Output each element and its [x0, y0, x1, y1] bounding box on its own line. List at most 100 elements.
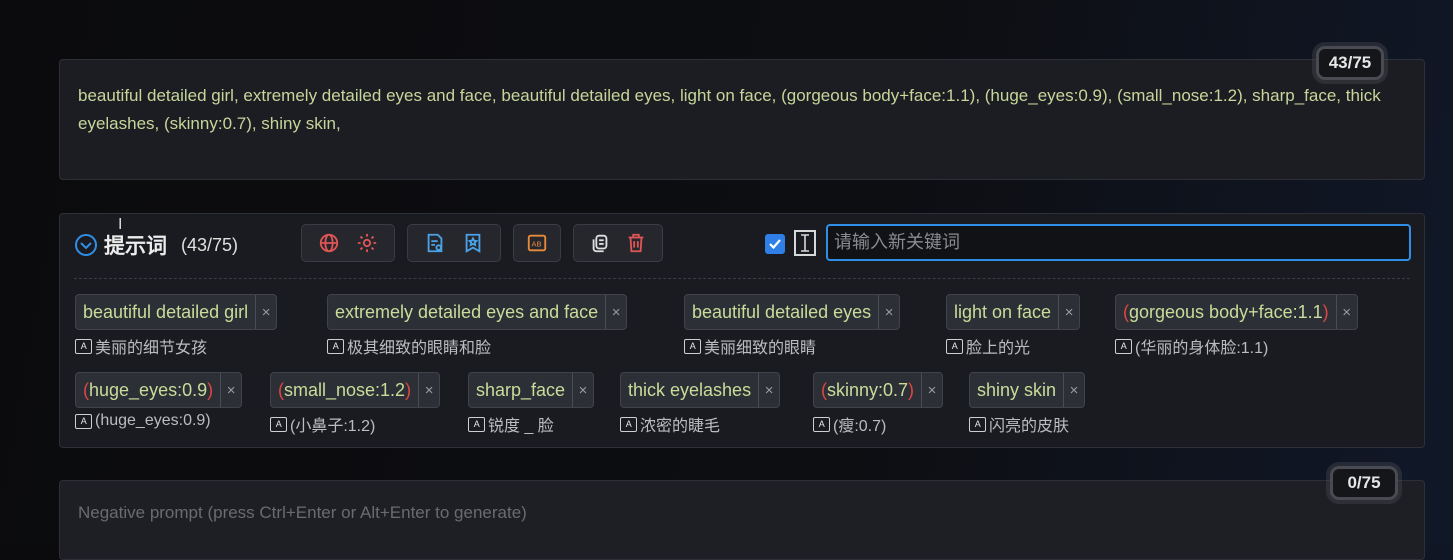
text-cursor-toggle[interactable] — [794, 230, 816, 256]
tag-pill[interactable]: (huge_eyes:0.9) × — [75, 372, 243, 408]
translate-badge-icon: A — [468, 416, 485, 432]
tag-pill[interactable]: sharp_face × — [468, 372, 595, 408]
close-icon[interactable]: × — [1063, 373, 1084, 407]
translate-badge-icon: A — [1115, 338, 1132, 354]
tag-translation-text: 锐度 _ 脸 — [488, 418, 554, 435]
doc-settings-icon[interactable] — [424, 232, 446, 254]
tag-translation[interactable]: A (华丽的身体脸:1.1) — [1115, 334, 1358, 358]
prompt-tag[interactable]: (skinny:0.7) × A (瘦:0.7) — [813, 372, 944, 436]
tag-pill[interactable]: beautiful detailed eyes × — [684, 294, 901, 330]
close-icon[interactable]: × — [921, 373, 942, 407]
translate-badge-icon: A — [969, 416, 986, 432]
trash-icon[interactable] — [625, 232, 647, 254]
chevron-down-circle-icon[interactable] — [74, 233, 98, 257]
check-icon — [769, 239, 781, 250]
translate-badge-icon: A — [946, 338, 963, 354]
tag-pill[interactable]: shiny skin × — [969, 372, 1086, 408]
translate-badge-icon: A — [813, 416, 830, 432]
prompt-tag[interactable]: (small_nose:1.2) × A (小鼻子:1.2) — [270, 372, 441, 436]
button-group-translate-tags: AB — [513, 224, 561, 262]
button-group-translate — [301, 224, 395, 262]
tag-pill[interactable]: extremely detailed eyes and face × — [327, 294, 628, 330]
close-icon[interactable]: × — [605, 295, 626, 329]
negative-prompt-input[interactable] — [78, 503, 1406, 523]
close-icon[interactable]: × — [1058, 295, 1079, 329]
prompt-text[interactable]: beautiful detailed girl, extremely detai… — [78, 82, 1406, 138]
tag-pill[interactable]: thick eyelashes × — [620, 372, 781, 408]
mouse-cursor: I — [118, 216, 123, 233]
translate-icon[interactable]: AB — [526, 232, 548, 254]
tag-translation-text: 美丽细致的眼睛 — [704, 340, 817, 357]
tag-pill[interactable]: beautiful detailed girl × — [75, 294, 278, 330]
tag-translation[interactable]: A 脸上的光 — [946, 334, 1080, 358]
close-icon[interactable]: × — [1335, 295, 1357, 329]
tag-translation[interactable]: A (huge_eyes:0.9) — [75, 412, 242, 430]
tag-label[interactable]: (gorgeous body+face:1.1) — [1116, 295, 1336, 329]
prompt-tag[interactable]: (gorgeous body+face:1.1) × A (华丽的身体脸:1.1) — [1115, 294, 1358, 358]
tag-pill[interactable]: light on face × — [946, 294, 1081, 330]
keyword-checkbox[interactable] — [765, 234, 785, 254]
tag-label[interactable]: extremely detailed eyes and face — [328, 295, 605, 329]
prompt-tag[interactable]: beautiful detailed girl × A 美丽的细节女孩 — [75, 294, 278, 358]
prompt-tag[interactable]: beautiful detailed eyes × A 美丽细致的眼睛 — [684, 294, 901, 358]
tag-translation[interactable]: A 美丽的细节女孩 — [75, 334, 277, 358]
close-icon[interactable]: × — [255, 295, 276, 329]
tag-translation-text: (华丽的身体脸:1.1) — [1135, 340, 1269, 357]
button-group-favorites — [407, 224, 501, 262]
tag-label[interactable]: shiny skin — [970, 373, 1063, 407]
tag-translation-text: 浓密的睫毛 — [640, 418, 721, 435]
tag-translation[interactable]: A 锐度 _ 脸 — [468, 412, 594, 436]
tag-translation[interactable]: A 美丽细致的眼睛 — [684, 334, 900, 358]
translate-badge-icon: A — [620, 416, 637, 432]
tag-translation[interactable]: A 极其细致的眼睛和脸 — [327, 334, 627, 358]
tag-label[interactable]: light on face — [947, 295, 1058, 329]
prompt-tag[interactable]: sharp_face × A 锐度 _ 脸 — [468, 372, 595, 436]
translate-badge-icon: A — [270, 416, 287, 432]
section-title: 提示词 — [104, 235, 167, 258]
tag-pill[interactable]: (skinny:0.7) × — [813, 372, 944, 408]
prompt-tag[interactable]: (huge_eyes:0.9) × A (huge_eyes:0.9) — [75, 372, 243, 430]
tag-translation-text: 美丽的细节女孩 — [95, 340, 208, 357]
tag-label[interactable]: beautiful detailed eyes — [685, 295, 878, 329]
translate-badge-icon: A — [75, 413, 92, 429]
translate-badge-icon: A — [327, 338, 344, 354]
text-cursor-icon — [801, 234, 809, 252]
tag-translation-text: 极其细致的眼睛和脸 — [347, 340, 492, 357]
globe-icon[interactable] — [318, 232, 340, 254]
tag-translation-text: (小鼻子:1.2) — [290, 418, 376, 435]
gear-icon[interactable] — [356, 232, 378, 254]
tag-translation[interactable]: A 闪亮的皮肤 — [969, 412, 1085, 436]
svg-text:AB: AB — [532, 240, 542, 249]
tag-label[interactable]: beautiful detailed girl — [76, 295, 255, 329]
tag-pill[interactable]: (gorgeous body+face:1.1) × — [1115, 294, 1358, 330]
close-icon[interactable]: × — [758, 373, 779, 407]
copy-icon[interactable] — [589, 232, 611, 254]
prompt-textarea[interactable]: beautiful detailed girl, extremely detai… — [59, 59, 1425, 180]
prompt-tag[interactable]: shiny skin × A 闪亮的皮肤 — [969, 372, 1086, 436]
prompt-tag[interactable]: thick eyelashes × A 浓密的睫毛 — [620, 372, 781, 436]
tag-pill[interactable]: (small_nose:1.2) × — [270, 372, 441, 408]
tag-translation[interactable]: A (小鼻子:1.2) — [270, 412, 440, 436]
bookmark-star-icon[interactable] — [462, 232, 484, 254]
tag-label[interactable]: (huge_eyes:0.9) — [76, 373, 220, 407]
close-icon[interactable]: × — [220, 373, 241, 407]
tag-translation[interactable]: A (瘦:0.7) — [813, 412, 943, 436]
tag-translation-text: 脸上的光 — [966, 340, 1031, 357]
prompt-tag[interactable]: extremely detailed eyes and face × A 极其细致的眼… — [327, 294, 628, 358]
section-token-count: (43/75) — [181, 234, 239, 255]
tag-panel: 提示词 (43/75) AB 请输入新关键词 beautiful detaile… — [59, 213, 1425, 448]
tag-label[interactable]: (small_nose:1.2) — [271, 373, 418, 407]
negative-token-counter: 0/75 — [1330, 466, 1398, 500]
button-group-edit — [573, 224, 663, 262]
tag-label[interactable]: thick eyelashes — [621, 373, 758, 407]
tag-panel-header: 提示词 (43/75) — [74, 230, 238, 260]
prompt-tag[interactable]: light on face × A 脸上的光 — [946, 294, 1081, 358]
close-icon[interactable]: × — [572, 373, 593, 407]
divider — [74, 278, 1410, 279]
new-keyword-input[interactable] — [826, 224, 1411, 261]
close-icon[interactable]: × — [878, 295, 899, 329]
tag-label[interactable]: (skinny:0.7) — [814, 373, 921, 407]
close-icon[interactable]: × — [418, 373, 439, 407]
tag-label[interactable]: sharp_face — [469, 373, 572, 407]
tag-translation[interactable]: A 浓密的睫毛 — [620, 412, 780, 436]
